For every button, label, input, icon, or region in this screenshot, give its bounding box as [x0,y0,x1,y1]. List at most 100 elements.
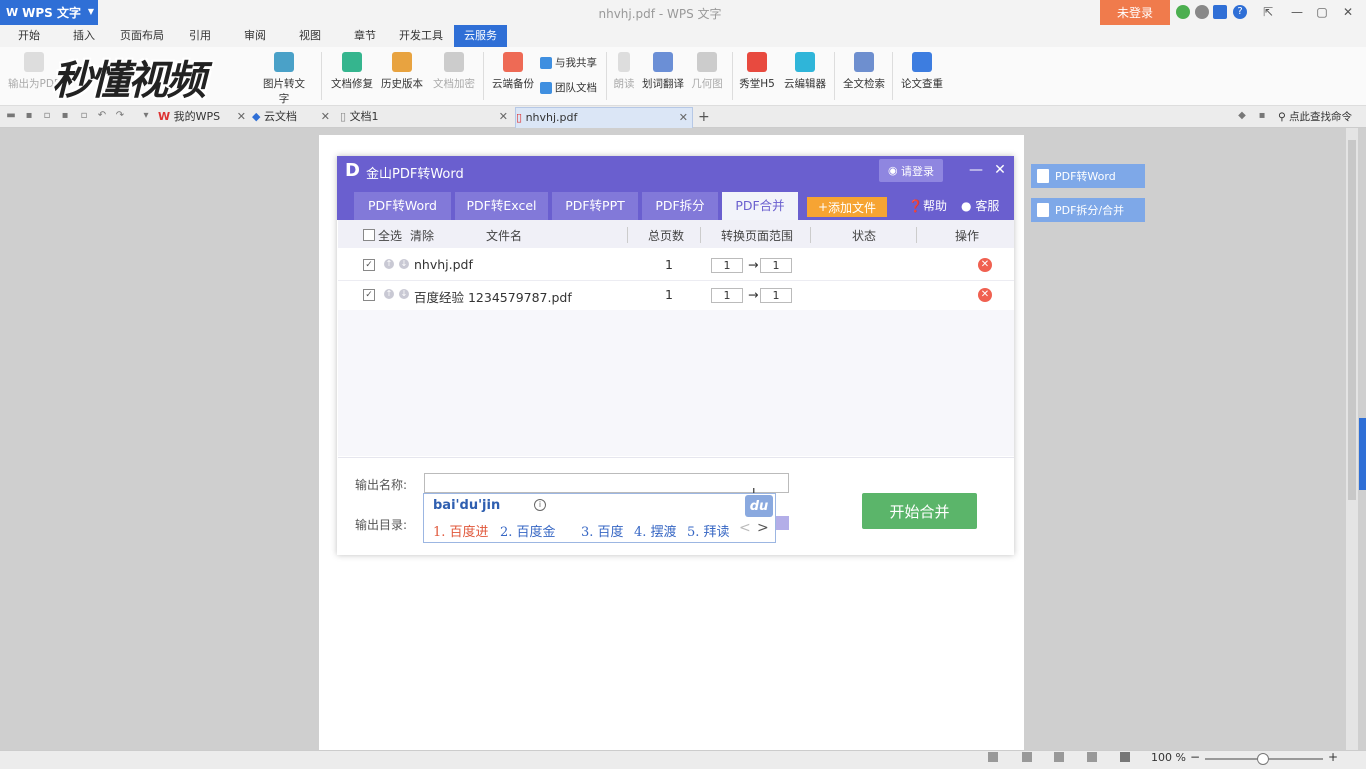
tab-nhvhj-pdf[interactable]: ▯ nhvhj.pdf ✕ [515,107,693,128]
menu-view[interactable]: 视图 [299,25,321,47]
app-menu-button[interactable]: W WPS 文字 ▼ [0,0,98,25]
tab-pdf-split[interactable]: PDF拆分 [642,192,718,220]
ime-candidate[interactable]: 1. 百度进 [433,521,489,540]
menu-insert[interactable]: 插入 [73,25,95,47]
tab-document1[interactable]: ▯ 文档1 ✕ [340,107,512,127]
ime-candidate[interactable]: 4. 摆渡 [634,521,677,540]
reading-mode-icon[interactable] [1120,752,1130,762]
plagiarism-check-button[interactable]: 论文查重 [896,52,948,91]
move-up-icon[interactable]: ↑ [384,259,394,269]
chevron-down-icon[interactable]: ▾ [140,110,152,122]
range-from-input[interactable]: 1 [711,258,743,273]
skin-icon[interactable] [1176,5,1190,19]
tab-pdf-merge[interactable]: PDF合并 [722,192,798,220]
tab-pdf-to-word[interactable]: PDF转Word [354,192,451,220]
delete-row-icon[interactable]: ✕ [978,288,992,302]
move-down-icon[interactable]: ↓ [399,289,409,299]
shared-with-me-button[interactable]: 与我共享 [540,55,597,70]
help-link[interactable]: ❓帮助 [908,197,947,214]
close-icon[interactable]: ✕ [237,107,246,127]
team-docs-button[interactable]: 团队文档 [540,80,597,95]
tab-my-wps[interactable]: W 我的WPS ✕ [158,107,250,127]
side-pdf-split-merge-button[interactable]: PDF拆分/合并 [1031,198,1145,222]
zoom-slider-thumb[interactable] [1257,753,1269,765]
menu-review[interactable]: 审阅 [244,25,266,47]
close-icon[interactable]: ✕ [679,108,688,128]
move-up-icon[interactable]: ↑ [384,289,394,299]
ime-candidate[interactable]: 3. 百度 [581,521,624,540]
share-icon[interactable] [1213,5,1227,19]
login-button[interactable]: 未登录 [1100,0,1170,25]
history-version-button[interactable]: 历史版本 [376,52,428,91]
range-to-input[interactable]: 1 [760,288,792,303]
full-text-search-button[interactable]: 全文检索 [838,52,890,91]
find-command[interactable]: ⚲ 点此查找命令 [1278,107,1352,127]
menu-section[interactable]: 章节 [354,25,376,47]
tab-pdf-to-ppt[interactable]: PDF转PPT [552,192,638,220]
select-all-checkbox[interactable] [363,229,375,241]
menu-developer[interactable]: 开发工具 [399,25,443,47]
ime-next-page-icon[interactable]: > [757,520,769,536]
clear-link[interactable]: 清除 [410,227,434,244]
row-checkbox[interactable]: ✓ [363,289,375,301]
select-all-label[interactable]: 全选 [378,227,402,244]
minimize-button[interactable]: — [1286,3,1308,21]
export-icon[interactable]: ▫ [41,110,53,122]
menu-home[interactable]: 开始 [18,25,40,47]
add-file-button[interactable]: + 添加文件 [807,197,887,217]
web-view-icon[interactable] [1087,752,1097,762]
bookmark-icon[interactable]: ◆ [1236,110,1248,122]
close-button[interactable]: ✕ [1337,3,1359,21]
scrollbar-thumb[interactable] [1348,140,1356,500]
zoom-level[interactable]: 100 % [1151,751,1186,764]
cloud-backup-button[interactable]: 云端备份 [487,52,539,91]
print-icon[interactable]: ▪ [59,110,71,122]
page-view-icon[interactable] [1022,752,1032,762]
browse-folder-button[interactable] [776,516,789,530]
row-checkbox[interactable]: ✓ [363,259,375,271]
undo-icon[interactable]: ↶ [96,110,108,122]
zoom-out-icon[interactable]: − [1190,750,1200,764]
doc-repair-button[interactable]: 文档修复 [326,52,378,91]
delete-row-icon[interactable]: ✕ [978,258,992,272]
zoom-in-icon[interactable]: + [1328,750,1338,764]
preview-icon[interactable]: ▫ [78,110,90,122]
menu-references[interactable]: 引用 [189,25,211,47]
maximize-button[interactable]: ▢ [1311,3,1333,21]
menu-layout[interactable]: 页面布局 [120,25,164,47]
new-tab-button[interactable]: + [698,107,710,127]
settings-icon[interactable] [1195,5,1209,19]
range-from-input[interactable]: 1 [711,288,743,303]
dialog-minimize-button[interactable]: — [968,162,984,178]
dialog-close-button[interactable]: ✕ [992,162,1008,178]
output-name-input[interactable] [424,473,789,493]
tab-pdf-to-excel[interactable]: PDF转Excel [455,192,548,220]
side-panel-handle[interactable] [1359,418,1366,490]
outline-view-icon[interactable] [1054,752,1064,762]
doc-encrypt-button[interactable]: 文档加密 [428,52,480,91]
fit-icon[interactable] [988,752,998,762]
collapse-icon[interactable]: ▪ [1256,110,1268,122]
range-to-input[interactable]: 1 [760,258,792,273]
side-pdf-to-word-button[interactable]: PDF转Word [1031,164,1145,188]
tab-cloud-docs[interactable]: ◆ 云文档 ✕ [252,107,334,127]
redo-icon[interactable]: ↷ [114,110,126,122]
info-icon[interactable]: i [534,499,546,511]
menu-cloud-service[interactable]: 云服务 [454,25,507,47]
save-icon[interactable]: ▪ [23,110,35,122]
customer-service-link[interactable]: ● 客服 [961,197,999,214]
move-down-icon[interactable]: ↓ [399,259,409,269]
open-icon[interactable]: ▬ [5,110,17,122]
close-icon[interactable]: ✕ [321,107,330,127]
xiutang-h5-button[interactable]: 秀堂H5 [731,52,783,91]
dialog-login-button[interactable]: ◉ 请登录 [879,159,943,182]
restore-ribbon-icon[interactable]: ⇱ [1257,3,1279,21]
image-to-text-button[interactable]: 图片转文字 [258,52,310,106]
cloud-editor-button[interactable]: 云编辑器 [779,52,831,91]
ime-prev-page-icon[interactable]: < [739,520,751,536]
ime-candidate[interactable]: 2. 百度金 [500,521,556,540]
start-merge-button[interactable]: 开始合并 [862,493,977,529]
geometry-button[interactable]: 几何图 [681,52,733,91]
ime-candidate[interactable]: 5. 拜读 [687,521,730,540]
help-icon[interactable]: ? [1233,5,1247,19]
